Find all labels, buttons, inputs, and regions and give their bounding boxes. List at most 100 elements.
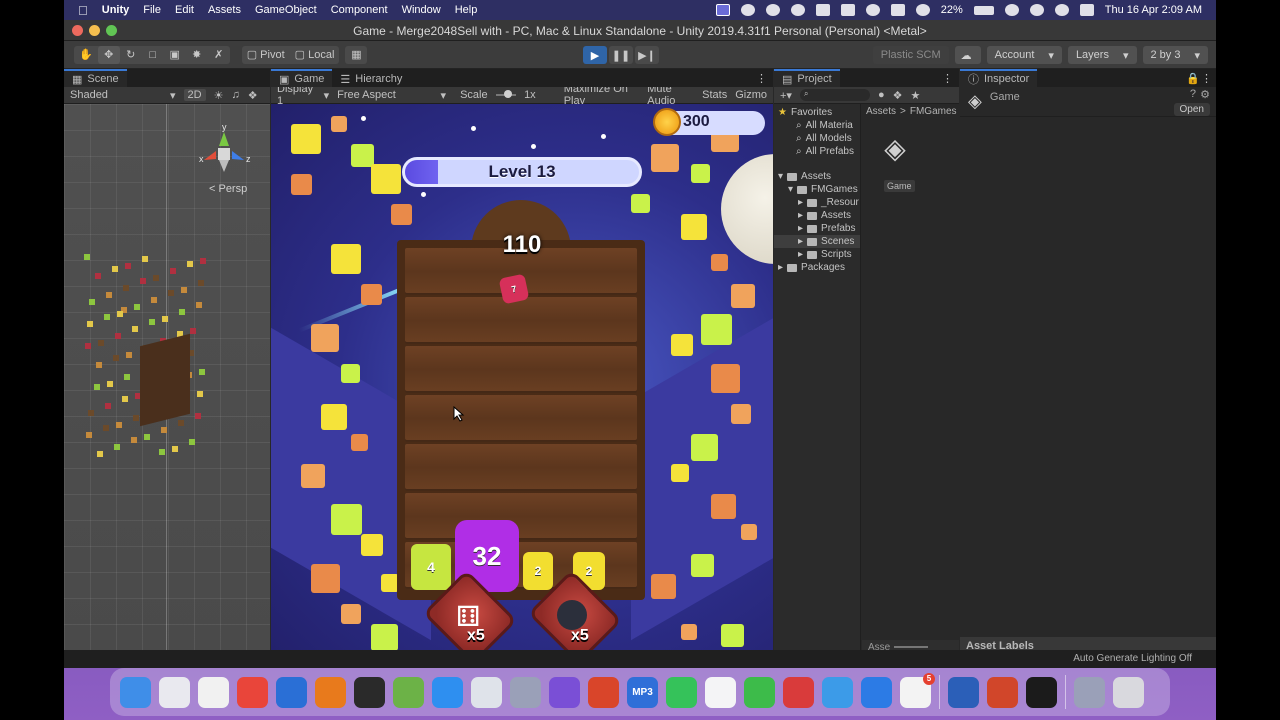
plastic-scm-button[interactable]: Plastic SCM [872,46,949,64]
whatsapp-icon[interactable] [666,676,697,708]
apple-menu-icon[interactable]:  [78,3,88,18]
favorite-item[interactable]: ⌕ All Models [774,132,860,145]
pivot-toggle[interactable]: ▢ Pivot [242,46,290,64]
local-toggle[interactable]: ▢ Local [290,46,340,64]
menu-help[interactable]: Help [455,4,478,16]
panel-menu-icon[interactable]: ⋮ [942,72,953,85]
scale-slider[interactable] [495,90,517,98]
shield-icon[interactable] [815,4,830,16]
favorites-folder[interactable]: ★ Favorites [774,106,860,119]
mp3-icon[interactable]: MP3 [627,676,658,708]
packages-folder[interactable]: ▸ Packages [774,261,860,274]
powerpoint-p-icon[interactable] [783,676,814,708]
move-tool-icon[interactable]: ✥ [97,45,120,64]
cloud-icon[interactable]: ☁ [954,46,981,64]
app-status-icon[interactable] [790,4,805,16]
tile-2[interactable]: 2 [523,552,553,590]
powerpoint-icon[interactable] [987,676,1018,708]
safari-icon[interactable] [432,676,463,708]
scene-view[interactable]: y x z < Persp [64,104,270,668]
app-menu[interactable]: Unity [102,4,130,16]
subfolder-assets[interactable]: ▸ Assets [774,209,860,222]
game-view[interactable]: 110 7 Level 13 300 4 32 2 2 ⚅ x5 x5 [271,104,773,668]
filter-type-icon[interactable]: ● [878,89,885,101]
2d-toggle[interactable]: 2D [183,89,206,101]
lighting-toggle-icon[interactable]: ☀ [214,89,224,102]
audio-toggle-icon[interactable]: ♫ [231,89,239,101]
subfolder-prefabs[interactable]: ▸ Prefabs [774,222,860,235]
icon-size-slider[interactable] [894,646,929,648]
step-button[interactable]: ▶❙ [635,46,659,64]
custom-tool-icon[interactable]: ✗ [208,46,230,64]
activity-monitor-icon[interactable] [354,676,385,708]
tab-scene[interactable]: ▦ Scene [64,69,127,87]
malwarebytes-icon[interactable] [740,4,755,16]
link-icon[interactable] [1004,4,1019,16]
anydesk-icon[interactable] [237,676,268,708]
falling-tile[interactable]: 7 [498,273,530,305]
aspect-dropdown[interactable]: Free Aspect [337,89,432,101]
store-icon[interactable]: 5 [900,672,935,708]
pause-button[interactable]: ❚❚ [609,46,633,64]
scale-slider-knob[interactable] [503,90,512,98]
airdrop-icon[interactable] [915,4,930,16]
unity-status-icon[interactable] [765,4,780,16]
play-button[interactable]: ▶ [583,46,607,64]
visual-studio-icon[interactable] [549,676,580,708]
assets-folder[interactable]: ▾ Assets [774,170,860,183]
star-icon[interactable] [865,4,880,16]
menu-gameobject[interactable]: GameObject [255,4,317,16]
subfolder-resources[interactable]: ▸ _Resour [774,196,860,209]
clipboard-icon[interactable] [744,676,775,708]
panel-menu-icon[interactable]: ⋮ [756,72,767,85]
favorite-icon[interactable]: ★ [910,89,920,102]
layout-dropdown[interactable]: 2 by 3 ▾ [1142,46,1208,64]
tab-project[interactable]: ▤ Project [774,69,840,87]
persp-label[interactable]: < Persp [209,183,247,195]
finder-icon[interactable] [120,676,151,708]
pdf-icon[interactable] [861,676,892,708]
effects-toggle-icon[interactable]: ❖ [248,89,258,102]
android-studio-icon[interactable] [393,676,424,708]
sourcetree-icon[interactable] [276,676,307,708]
keyboard-input-icon[interactable] [890,4,905,16]
subfolder-scenes[interactable]: ▸ Scenes [774,235,860,248]
lock-icon[interactable]: 🔒 [1186,72,1200,85]
word-icon[interactable] [948,676,979,708]
hand-tool-icon[interactable]: ✋ [74,46,98,64]
menu-component[interactable]: Component [331,4,388,16]
freeform-icon[interactable] [705,676,736,708]
menu-window[interactable]: Window [402,4,441,16]
tab-inspector[interactable]: ⓘ Inspector [960,69,1038,87]
tile-4[interactable]: 4 [411,544,451,590]
search-icon[interactable] [1054,4,1069,16]
tab-game[interactable]: ▣ Game [271,69,333,87]
unity-icon[interactable] [1026,676,1057,708]
layers-dropdown[interactable]: Layers ▾ [1067,46,1137,64]
add-icon[interactable]: +▾ [780,89,792,102]
unity-scene-icon[interactable]: ◈ [880,134,910,164]
breadcrumb-fmgames[interactable]: FMGames [910,106,957,117]
open-button[interactable]: Open [1173,103,1210,116]
menu-assets[interactable]: Assets [208,4,241,16]
clock[interactable]: Thu 16 Apr 2:09 AM [1105,4,1202,16]
shading-mode-dropdown[interactable]: Shaded [70,89,162,101]
tab-hierarchy[interactable]: ☰ Hierarchy [332,69,411,87]
control-center-icon[interactable] [1079,4,1094,16]
help-2-icon[interactable] [1074,676,1105,708]
gizmos-dropdown[interactable]: Gizmo [735,89,767,101]
panel-menu-icon[interactable]: ⋮ [1201,72,1212,85]
facetime-icon[interactable] [822,676,853,708]
menu-file[interactable]: File [143,4,161,16]
favorite-item[interactable]: ⌕ All Materia [774,119,860,132]
grid-snap-icon[interactable]: ▦ [345,46,367,64]
breadcrumb-assets[interactable]: Assets [866,106,896,117]
gear-icon[interactable]: ⚙ [1200,88,1210,101]
menu-edit[interactable]: Edit [175,4,194,16]
scene-board-object[interactable] [140,333,190,427]
battery-icon[interactable] [973,5,994,15]
screen-record-icon[interactable] [715,4,730,16]
scale-tool-icon[interactable]: □ [142,46,164,64]
search-input[interactable]: ⌕ [799,89,870,101]
filter-label-icon[interactable]: ❖ [893,89,903,102]
